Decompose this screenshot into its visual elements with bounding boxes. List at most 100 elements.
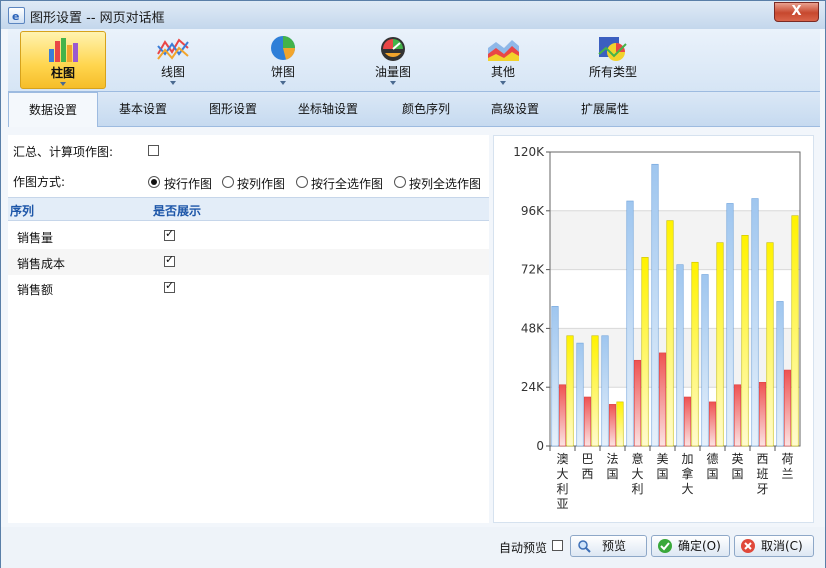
chart-type-other[interactable]: 其他 [460,31,546,89]
x-tick-label: 拿 [681,466,693,481]
y-tick-label: 96K [521,204,545,218]
x-tick-label: 法 [606,452,618,466]
bar [716,242,724,447]
magnifier-icon [577,539,591,553]
bar [783,369,792,447]
check-icon [658,539,672,553]
bar [626,200,634,447]
line-chart-icon [157,38,189,60]
x-tick-label: 兰 [781,467,793,481]
x-tick-label: 加 [681,452,693,466]
gauge-chart-icon [381,37,405,61]
x-tick-label: 西 [756,452,768,466]
bar [701,274,709,447]
y-tick-label: 0 [536,439,544,453]
tab-chart-settings[interactable]: 图形设置 [188,92,278,126]
bar [691,261,699,447]
bar [791,215,799,447]
x-tick-label: 大 [631,467,643,481]
show-checkbox[interactable] [164,253,175,267]
y-tick-label: 48K [521,321,545,335]
bar [591,335,599,447]
chart-type-pie[interactable]: 饼图 [240,31,326,89]
bar [566,335,574,447]
mode-label: 作图方式: [13,175,66,189]
radio-by-column[interactable] [222,176,234,188]
cancel-button[interactable]: 取消(C) [734,535,814,557]
x-tick-label: 大 [556,467,568,481]
x-tick-label: 巴 [581,452,593,466]
window-title: 图形设置 -- 网页对话框 [30,11,165,26]
x-tick-label: 大 [681,482,693,496]
bar-chart-icon [49,38,78,62]
table-row: 销售量 [8,223,489,249]
chart-band [550,328,800,388]
series-name: 销售成本 [17,257,66,271]
bar [658,352,667,447]
preview-button-label: 预览 [602,539,627,553]
table-row: 销售额 [8,275,489,301]
title-bar: e 图形设置 -- 网页对话框 X [1,1,825,29]
tab-color-series[interactable]: 颜色序列 [381,92,471,126]
tab-extended-properties[interactable]: 扩展属性 [560,92,650,126]
bar [733,384,742,447]
table-row: 销售成本 [8,249,489,275]
chart-type-all[interactable]: 所有类型 [570,31,656,89]
radio-by-row-all-label: 按行全选作图 [311,177,384,191]
y-tick-label: 72K [521,263,545,277]
radio-by-column-all-label: 按列全选作图 [409,177,482,191]
chart-type-gauge[interactable]: 油量图 [350,31,436,89]
chart-type-line-label: 线图 [160,65,185,79]
chart-type-bar-label: 柱图 [50,66,75,80]
radio-by-column-all[interactable] [394,176,406,188]
show-checkbox[interactable] [164,279,175,293]
x-tick-label: 亚 [556,497,568,511]
series-name: 销售量 [17,231,54,245]
chevron-down-icon [60,82,66,86]
chart-type-toolbar: 柱图 线图 饼图 油量图 其他 所有类型 [8,29,820,92]
x-tick-label: 牙 [756,482,768,496]
bar [608,404,617,447]
bar [558,384,567,447]
chart-type-gauge-label: 油量图 [374,65,411,79]
chevron-down-icon [170,81,176,85]
chart-preview-panel: 0 24K 48K 72K 96K 120K 澳大利亚巴西法国意大利美国加拿大德国英国西班牙… [493,135,814,523]
chevron-down-icon [390,81,396,85]
x-tick-label: 国 [706,467,718,481]
x-tick-label: 英 [731,452,743,466]
x-tick-label: 意 [631,451,643,466]
x-tick-label: 国 [606,467,618,481]
bar [551,306,559,447]
ok-button-label: 确定(O) [678,539,721,553]
radio-by-column-label: 按列作图 [237,177,286,191]
chart-type-line[interactable]: 线图 [130,31,216,89]
radio-by-row-all[interactable] [296,176,308,188]
bar [758,382,767,447]
show-checkbox[interactable] [164,227,175,241]
settings-tabs: 数据设置 基本设置 图形设置 坐标轴设置 颜色序列 高级设置 扩展属性 [8,92,820,127]
bar [741,235,749,447]
preview-button[interactable]: 预览 [570,535,647,557]
chart-type-other-label: 其他 [490,65,515,79]
radio-by-row[interactable] [148,176,160,188]
x-tick-label: 荷 [781,452,793,466]
y-tick-label: 120K [513,145,545,159]
close-button[interactable]: X [774,2,819,22]
data-settings-panel: 汇总、计算项作图: 作图方式: 按行作图 按列作图 按行全选作图 按列全选作图 … [8,135,489,523]
bar [576,342,584,447]
auto-preview-checkbox[interactable] [552,540,563,551]
chart-type-bar[interactable]: 柱图 [20,31,106,89]
ok-button[interactable]: 确定(O) [651,535,730,557]
auto-preview-label: 自动预览 [499,541,548,555]
x-tick-label: 西 [581,467,593,481]
tab-advanced-settings[interactable]: 高级设置 [470,92,560,126]
x-tick-label: 美 [656,452,668,466]
tab-axis-settings[interactable]: 坐标轴设置 [283,92,373,126]
bar [726,203,734,447]
summary-checkbox[interactable] [148,145,159,156]
tab-basic-settings[interactable]: 基本设置 [98,92,188,126]
chart-band [550,210,800,270]
tab-data-settings[interactable]: 数据设置 [8,92,98,127]
chart-type-all-label: 所有类型 [588,65,637,79]
x-tick-label: 国 [731,467,743,481]
